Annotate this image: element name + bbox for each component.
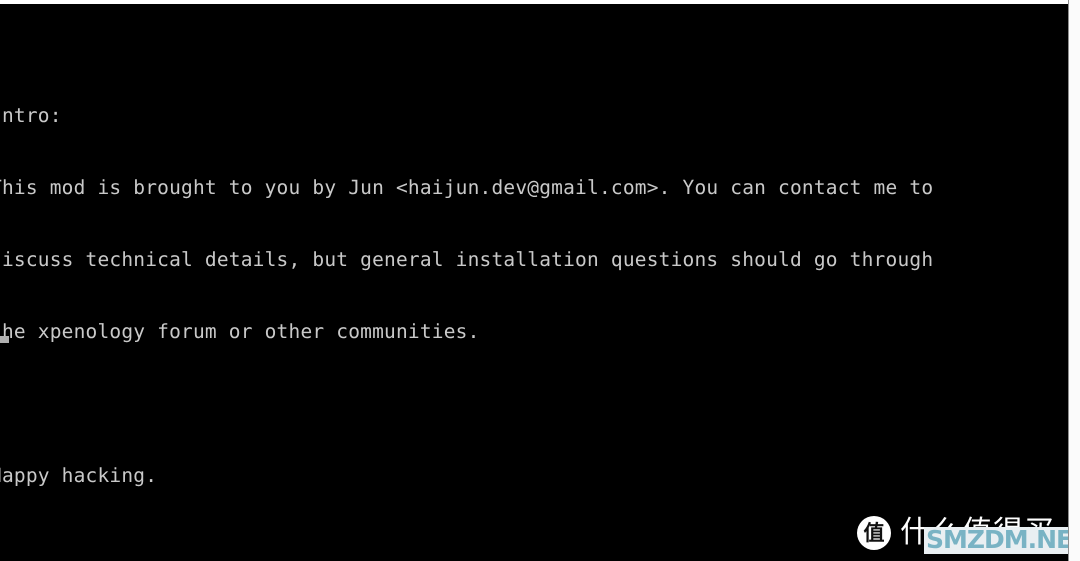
console-line: discuss technical details, but general i… bbox=[0, 248, 934, 271]
screenshot-root: Intro: This mod is brought to you by Jun… bbox=[0, 0, 1080, 561]
console-line: the xpenology forum or other communities… bbox=[0, 320, 480, 343]
console-text-output: Intro: This mod is brought to you by Jun… bbox=[0, 56, 1069, 561]
window-frame-right-strip bbox=[1069, 0, 1080, 561]
console-line: Happy hacking. bbox=[0, 464, 158, 487]
console-line: This mod is brought to you by Jun <haiju… bbox=[0, 176, 934, 199]
console-block-cursor bbox=[0, 336, 9, 343]
bios-console-screen[interactable]: Intro: This mod is brought to you by Jun… bbox=[0, 4, 1069, 561]
console-line: Intro: bbox=[0, 104, 62, 127]
